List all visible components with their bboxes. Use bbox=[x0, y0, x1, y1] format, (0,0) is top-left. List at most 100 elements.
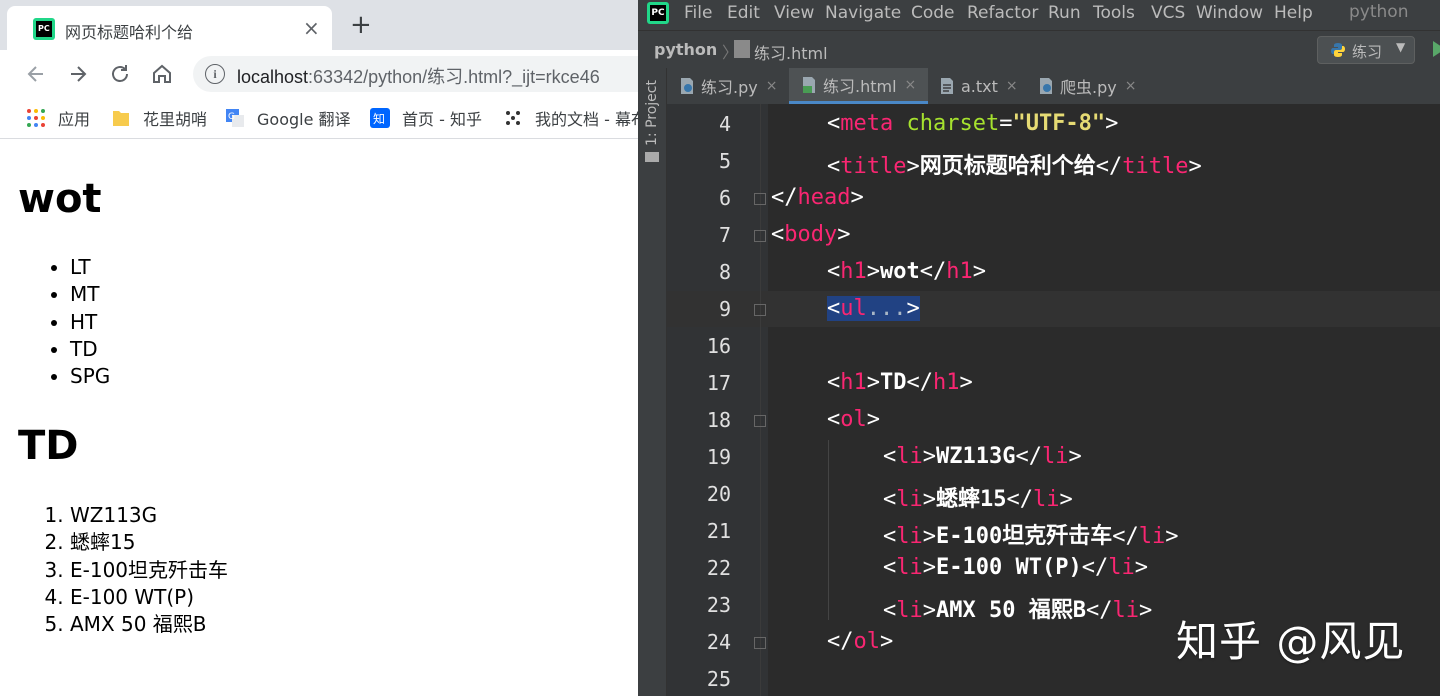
editor-tab-pachong-py[interactable]: 爬虫.py × bbox=[1038, 68, 1136, 104]
indent-guide bbox=[828, 440, 829, 620]
menu-view[interactable]: View bbox=[774, 3, 814, 23]
menu-bar: PC File Edit View Navigate Code Refactor… bbox=[638, 0, 1440, 30]
code-line-7: <body> bbox=[771, 222, 851, 247]
breadcrumb-file[interactable]: 练习.html bbox=[754, 40, 828, 64]
code-line-21: <li>E-100坦克歼击车</li> bbox=[883, 524, 1179, 549]
line-number: 18 bbox=[706, 408, 731, 432]
line-number: 22 bbox=[706, 556, 731, 580]
editor-tab-lianxi-py[interactable]: 练习.py × bbox=[679, 68, 777, 104]
tab-title: 网页标题哈利个给 bbox=[65, 23, 194, 42]
bookmark-label: 我的文档 - 幕布 bbox=[535, 110, 638, 129]
menu-tools[interactable]: Tools bbox=[1093, 3, 1135, 23]
project-folder-icon bbox=[645, 152, 659, 162]
reload-icon[interactable] bbox=[106, 60, 134, 88]
line-number: 20 bbox=[706, 482, 731, 506]
pycharm-logo-icon: PC bbox=[647, 2, 669, 24]
fold-marker-icon[interactable] bbox=[754, 230, 766, 242]
apps-grid-icon bbox=[27, 109, 45, 127]
window-project-name: python bbox=[1349, 2, 1409, 22]
tab-close-icon[interactable]: × bbox=[303, 16, 320, 40]
svg-text:知: 知 bbox=[373, 112, 385, 126]
line-number: 19 bbox=[706, 445, 731, 469]
bookmarks-bar: 应用 花里胡哨 G Google 翻译 知 首页 - 知乎 我的文档 - 幕布 bbox=[0, 98, 638, 139]
tab-close-icon[interactable]: × bbox=[1125, 78, 1137, 94]
code-line-5: <title>网页标题哈利个给</title> bbox=[827, 154, 1202, 179]
menu-window[interactable]: Window bbox=[1196, 3, 1263, 23]
forward-arrow-icon[interactable] bbox=[64, 60, 92, 88]
mubu-icon bbox=[506, 111, 520, 125]
code-line-9[interactable]: <ul...> bbox=[827, 296, 920, 321]
code-line-19: <li>WZ113G</li> bbox=[883, 444, 1082, 469]
unordered-list: LTMTHTTDSPG bbox=[28, 254, 110, 390]
home-icon[interactable] bbox=[148, 60, 176, 88]
list-item: LT bbox=[70, 254, 110, 281]
run-play-icon[interactable] bbox=[1433, 41, 1440, 57]
menu-code[interactable]: Code bbox=[911, 3, 955, 23]
code-line-17: <h1>TD</h1> bbox=[827, 370, 973, 395]
fold-marker-icon[interactable] bbox=[754, 637, 766, 649]
code-line-18: <ol> bbox=[827, 407, 880, 432]
tab-close-icon[interactable]: × bbox=[905, 77, 917, 93]
bookmark-mubu[interactable]: 我的文档 - 幕布 bbox=[503, 107, 638, 129]
back-arrow-icon[interactable] bbox=[22, 60, 50, 88]
tab-label: 爬虫.py bbox=[1060, 78, 1117, 97]
list-item: 蟋蟀15 bbox=[70, 529, 228, 556]
line-number: 16 bbox=[706, 334, 731, 358]
svg-text:G: G bbox=[228, 112, 235, 122]
bookmark-zhihu[interactable]: 知 首页 - 知乎 bbox=[370, 107, 482, 129]
code-line-20: <li>蟋蟀15</li> bbox=[883, 487, 1073, 512]
bookmark-label: Google 翻译 bbox=[257, 110, 351, 129]
list-item: AMX 50 福熙B bbox=[70, 611, 228, 638]
breadcrumb-project[interactable]: python bbox=[654, 40, 717, 59]
list-item: WZ113G bbox=[70, 502, 228, 529]
fold-marker-icon[interactable] bbox=[754, 193, 766, 205]
menu-file[interactable]: File bbox=[684, 3, 712, 23]
folder-icon bbox=[113, 111, 129, 126]
tab-close-icon[interactable]: × bbox=[1006, 78, 1018, 94]
bookmark-google-translate[interactable]: G Google 翻译 bbox=[225, 107, 351, 129]
menu-navigate[interactable]: Navigate bbox=[825, 3, 901, 23]
bookmark-folder[interactable]: 花里胡哨 bbox=[111, 107, 207, 129]
dropdown-arrow-icon: ▼ bbox=[1396, 40, 1406, 54]
expand-fold-icon[interactable] bbox=[754, 304, 766, 316]
site-info-icon[interactable]: i bbox=[205, 64, 225, 84]
url-text[interactable]: localhost:63342/python/练习.html?_ijt=rkce… bbox=[237, 63, 600, 89]
editor-tabs: 练习.py × 练习.html × a.txt × 爬虫.py × bbox=[667, 68, 1440, 105]
pycharm-favicon-icon: PC bbox=[33, 18, 55, 40]
menu-help[interactable]: Help bbox=[1274, 3, 1313, 23]
editor-tab-lianxi-html[interactable]: 练习.html × bbox=[789, 68, 929, 104]
line-number: 4 bbox=[718, 112, 731, 136]
navigation-bar: python 〉 练习.html 练习 ▼ bbox=[638, 30, 1440, 69]
line-number: 9 bbox=[718, 297, 731, 321]
list-item: TD bbox=[70, 336, 110, 363]
list-item: E-100坦克歼击车 bbox=[70, 557, 228, 584]
new-tab-button[interactable]: + bbox=[350, 10, 372, 40]
zhihu-watermark: 知乎 @风见 bbox=[1176, 617, 1406, 666]
bookmark-apps[interactable]: 应用 bbox=[26, 107, 90, 129]
project-tool-strip: 1: Project bbox=[638, 68, 667, 696]
tab-close-icon[interactable]: × bbox=[766, 78, 778, 94]
text-file-icon bbox=[941, 78, 953, 94]
editor-tab-a-txt[interactable]: a.txt × bbox=[939, 68, 1018, 104]
line-number: 5 bbox=[718, 149, 731, 173]
menu-vcs[interactable]: VCS bbox=[1151, 3, 1185, 23]
run-configuration-select[interactable]: 练习 ▼ bbox=[1317, 36, 1415, 64]
python-file-icon bbox=[1040, 78, 1052, 94]
project-tool-tab[interactable]: 1: Project bbox=[644, 80, 660, 146]
code-line-24: </ol> bbox=[827, 629, 894, 654]
address-bar[interactable]: i localhost:63342/python/练习.html?_ijt=rk… bbox=[193, 56, 638, 92]
menu-run[interactable]: Run bbox=[1048, 3, 1081, 23]
menu-refactor[interactable]: Refactor bbox=[967, 3, 1038, 23]
line-number: 7 bbox=[718, 223, 731, 247]
code-line-4: <meta charset="UTF-8"> bbox=[827, 111, 1119, 136]
fold-marker-icon[interactable] bbox=[754, 415, 766, 427]
html-file-icon bbox=[734, 40, 750, 58]
list-item: MT bbox=[70, 281, 110, 308]
rendered-page: wot LTMTHTTDSPG TD WZ113G蟋蟀15E-100坦克歼击车E… bbox=[0, 140, 638, 696]
line-number: 17 bbox=[706, 371, 731, 395]
tab-label: 练习.html bbox=[823, 76, 897, 96]
menu-edit[interactable]: Edit bbox=[727, 3, 760, 23]
line-number: 24 bbox=[706, 630, 731, 654]
browser-tab[interactable]: PC 网页标题哈利个给 × bbox=[7, 6, 332, 50]
bookmark-label: 花里胡哨 bbox=[143, 110, 208, 129]
